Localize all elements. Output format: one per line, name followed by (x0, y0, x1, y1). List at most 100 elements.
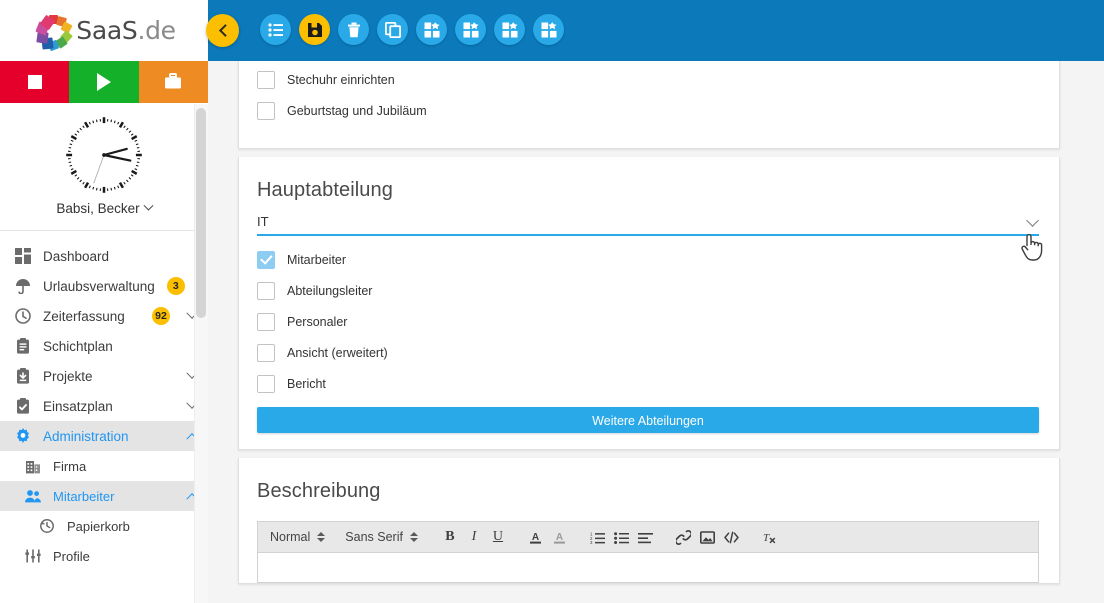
duplicate-button[interactable] (377, 14, 408, 45)
widget-button-1[interactable] (416, 14, 447, 45)
font-picker[interactable]: Sans Serif (345, 530, 418, 544)
chevron-left-icon (218, 24, 232, 37)
checkbox-row[interactable]: Personaler (239, 306, 1059, 337)
sidebar-item-label: Einsatzplan (43, 398, 113, 414)
ordered-list-button[interactable]: 1 2 3 (586, 525, 610, 549)
sidebar-item-zeiterfassung[interactable]: Zeiterfassung 92 (0, 301, 208, 331)
sidebar-item-profile[interactable]: Profile (0, 541, 208, 571)
sidebar-item-label: Profile (53, 548, 90, 564)
highlight-color-button[interactable]: A (548, 525, 572, 549)
building-icon (25, 461, 40, 474)
italic-button[interactable]: I (462, 525, 486, 549)
checkbox-row[interactable]: Geburtstag und Jubiläum (239, 95, 1059, 126)
widget-button-3[interactable] (494, 14, 525, 45)
checkbox-row[interactable]: Stechuhr einrichten (239, 64, 1059, 95)
image-button[interactable] (696, 525, 720, 549)
checkbox[interactable] (257, 281, 275, 300)
checkbox[interactable] (257, 374, 275, 393)
sidebar-scrollbar-thumb[interactable] (196, 108, 206, 318)
save-icon (307, 22, 322, 37)
checkbox[interactable] (257, 343, 275, 362)
sidebar-item-schichtplan[interactable]: Schichtplan (0, 331, 208, 361)
copy-icon (384, 21, 401, 38)
brand-header[interactable]: SaaS.de (0, 0, 208, 61)
page-title: Hauptabteilung (257, 179, 393, 201)
svg-text:A: A (556, 532, 563, 543)
link-button[interactable] (672, 525, 696, 549)
umbrella-icon (14, 278, 31, 295)
format-picker[interactable]: Normal (270, 530, 326, 544)
checkbox[interactable] (257, 70, 275, 89)
widget-button-4[interactable] (533, 14, 564, 45)
checkbox-row[interactable]: Abteilungsleiter (239, 275, 1059, 306)
checkbox-row[interactable]: Ansicht (erweitert) (239, 337, 1059, 368)
analog-clock (0, 103, 208, 201)
sidebar-item-urlaubsverwaltung[interactable]: Urlaubsverwaltung 3 (0, 271, 208, 301)
checkbox[interactable] (257, 312, 275, 331)
underline-button[interactable]: U (486, 525, 510, 549)
sidebar-item-label: Dashboard (43, 248, 110, 264)
main-content: Stechuhr einrichten Geburtstag und Jubilä… (208, 61, 1104, 603)
align-left-icon (638, 532, 654, 543)
checkbox-row[interactable]: Bericht (239, 368, 1059, 399)
bold-button[interactable]: B (438, 525, 462, 549)
top-options-list: Stechuhr einrichten Geburtstag und Jubilä… (239, 64, 1059, 126)
puzzle-icon (463, 21, 478, 37)
checkbox[interactable] (257, 101, 275, 120)
ordered-list-icon: 1 2 3 (590, 531, 606, 544)
hauptabteilung-card: Hauptabteilung IT Mitarbeiter Abteilungsl… (238, 157, 1060, 450)
checkbox-label: Geburtstag und Jubiläum (287, 103, 427, 118)
briefcase-button[interactable] (138, 61, 208, 103)
sidebar-item-badge: 92 (152, 307, 170, 325)
sidebar-item-label: Zeiterfassung (43, 308, 125, 324)
sidebar-item-badge: 3 (166, 277, 185, 295)
list-button[interactable] (260, 14, 291, 45)
checkbox-row[interactable]: Mitarbeiter (239, 244, 1059, 275)
toolbar-buttons (260, 14, 564, 45)
clear-format-button[interactable]: T (758, 525, 782, 549)
sidebar-item-firma[interactable]: Firma (0, 451, 208, 481)
sidebar-item-mitarbeiter[interactable]: Mitarbeiter (0, 481, 208, 511)
clipboard-icon (14, 338, 31, 355)
gear-icon (16, 428, 29, 443)
checkbox-label: Stechuhr einrichten (287, 72, 395, 87)
widget-button-2[interactable] (455, 14, 486, 45)
sidebar-item-projekte[interactable]: Projekte (0, 361, 208, 391)
text-color-button[interactable]: A (524, 525, 548, 549)
code-icon (724, 531, 740, 543)
beschreibung-card: Beschreibung Normal Sans Serif B I U A A… (238, 458, 1060, 584)
checklist-icon (16, 398, 29, 414)
building-icon (24, 458, 41, 475)
sliders-icon (24, 549, 41, 563)
weitere-abteilungen-button[interactable]: Weitere Abteilungen (257, 407, 1039, 433)
delete-button[interactable] (338, 14, 369, 45)
sidebar-item-dashboard[interactable]: Dashboard (0, 241, 208, 271)
beschreibung-title: Beschreibung (257, 480, 381, 502)
play-button[interactable] (69, 61, 139, 103)
clock-icon (14, 308, 31, 325)
editor-content[interactable] (257, 553, 1039, 583)
checkbox[interactable] (257, 250, 275, 269)
sidebar-item-label: Papierkorb (67, 518, 130, 534)
department-select[interactable]: IT (257, 210, 1039, 236)
user-menu[interactable]: Babsi, Becker (0, 200, 208, 230)
stop-button[interactable] (0, 61, 70, 103)
sidebar-item-label: Urlaubsverwaltung (43, 278, 155, 294)
background-color-icon: A (554, 532, 566, 544)
sidebar-item-einsatzplan[interactable]: Einsatzplan (0, 391, 208, 421)
back-button[interactable] (206, 14, 239, 47)
users-icon (24, 490, 41, 503)
chevron-updown-icon (317, 532, 326, 542)
sidebar-item-papierkorb[interactable]: Papierkorb (0, 511, 208, 541)
app-root: SaaS.de Babsi, Becker Dashboard Urlaubsv… (0, 0, 1104, 603)
settings-card: Stechuhr einrichten Geburtstag und Jubilä… (238, 61, 1060, 149)
code-block-button[interactable] (720, 525, 744, 549)
format-picker-label: Normal (270, 530, 311, 544)
align-button[interactable] (634, 525, 658, 549)
briefcase-icon (165, 73, 182, 89)
users-icon (24, 488, 41, 505)
sidebar-item-administration[interactable]: Administration (0, 421, 208, 451)
quick-action-row (0, 61, 208, 103)
bullet-list-button[interactable] (610, 525, 634, 549)
save-button[interactable] (299, 14, 330, 45)
